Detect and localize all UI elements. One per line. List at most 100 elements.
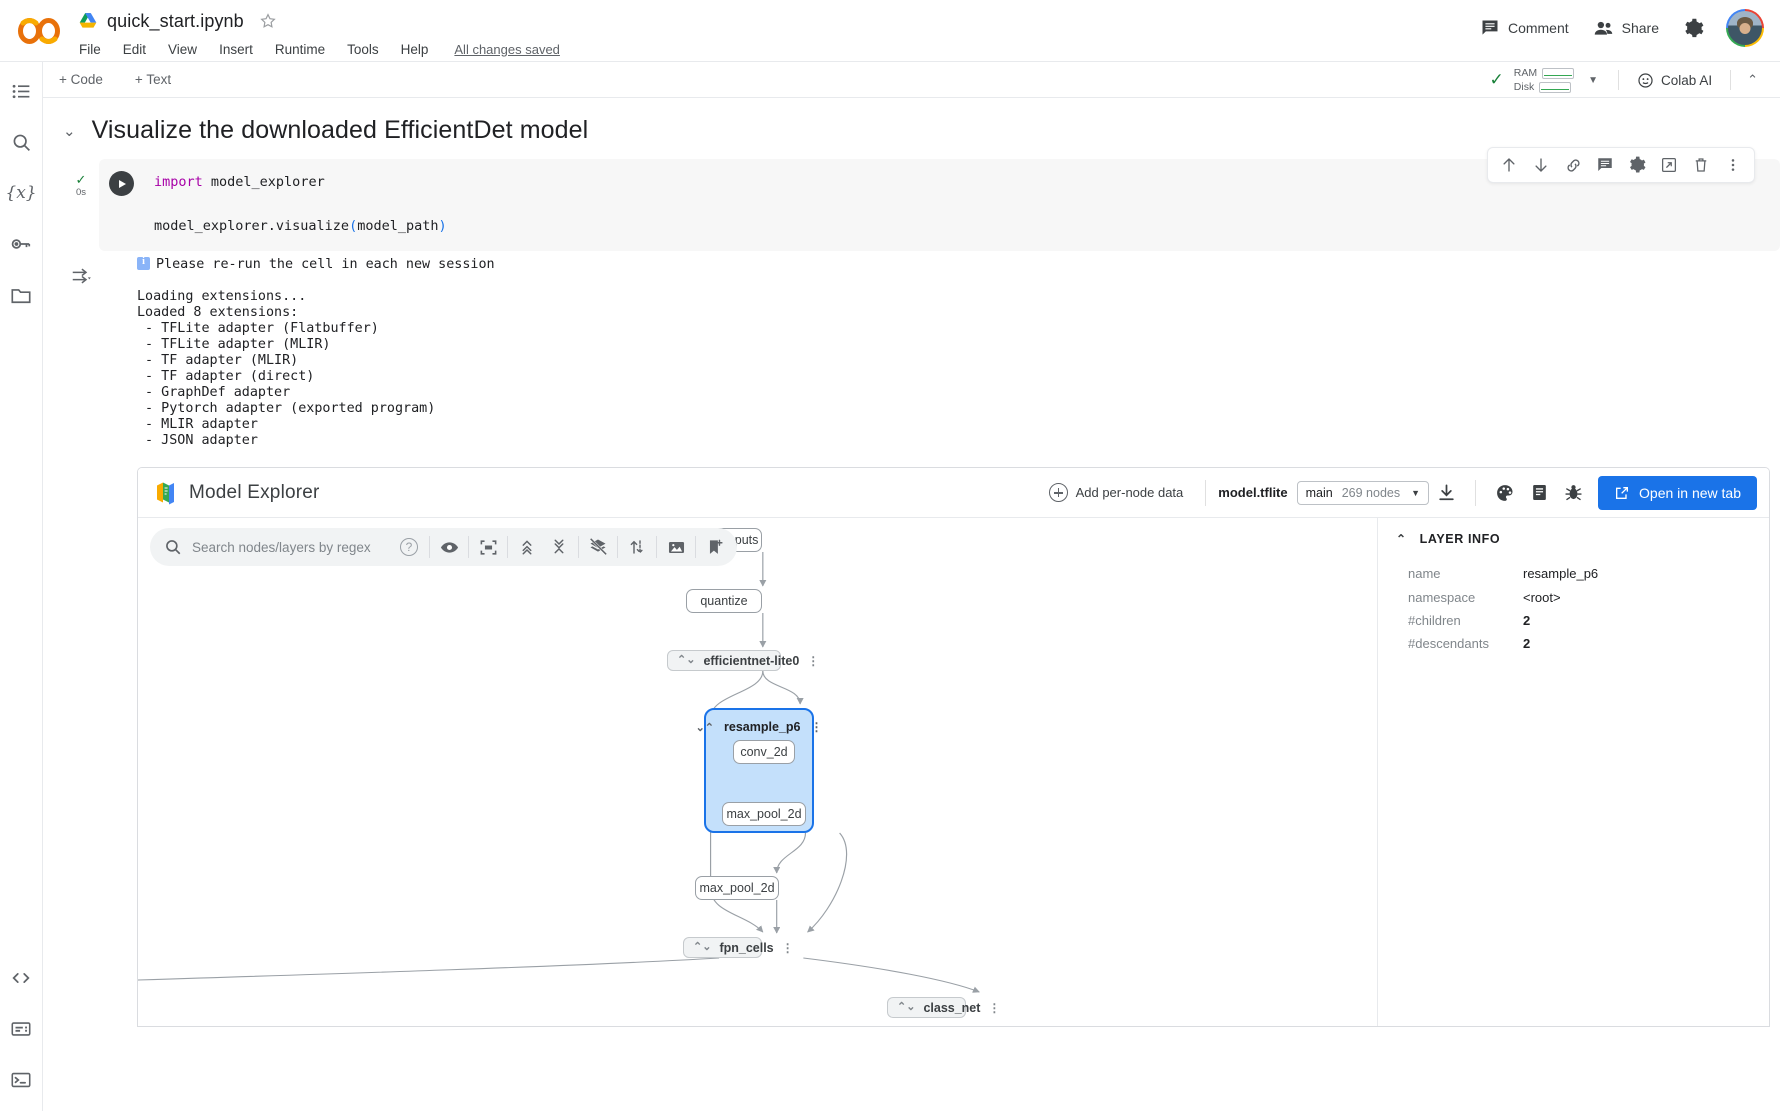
add-per-node-data-button[interactable]: Add per-node data: [1039, 478, 1194, 507]
add-code-cell-button[interactable]: + Code: [52, 69, 110, 90]
expand-collapse-icon[interactable]: ⌃⌄: [693, 942, 711, 953]
graph-node[interactable]: quantize: [686, 589, 762, 614]
plus-circle-icon: [1048, 483, 1068, 503]
graph-pane[interactable]: ?: [138, 518, 1377, 1027]
download-png-icon[interactable]: [660, 531, 692, 563]
share-people-icon: [1594, 21, 1612, 35]
help-icon[interactable]: ?: [400, 538, 418, 557]
menu-insert[interactable]: Insert: [219, 42, 253, 57]
more-options-icon[interactable]: ⋮: [810, 720, 822, 734]
colab-ai-label: Colab AI: [1661, 72, 1713, 88]
chevron-down-icon[interactable]: ⌄: [63, 122, 76, 140]
search-icon[interactable]: [6, 127, 36, 157]
collapse-all-layers-icon[interactable]: [543, 531, 575, 563]
mirror-cell-icon[interactable]: [1654, 151, 1684, 179]
save-status[interactable]: All changes saved: [454, 42, 560, 57]
model-explorer-header: Model Explorer Add per-node data model.t…: [138, 468, 1769, 519]
run-cell-button[interactable]: [109, 171, 134, 196]
notebook-title[interactable]: quick_start.ipynb: [107, 11, 244, 32]
colab-ai-button[interactable]: Colab AI: [1627, 68, 1722, 93]
delete-cell-icon[interactable]: [1686, 151, 1716, 179]
selected-layer-label: resample_p6: [724, 720, 801, 735]
model-explorer-title: Model Explorer: [189, 481, 320, 503]
graph-node[interactable]: conv_2d: [733, 740, 795, 765]
model-explorer-header-actions: Add per-node data model.tflite main 269 …: [1039, 475, 1757, 510]
menu-help[interactable]: Help: [401, 42, 429, 57]
graph-layer-node[interactable]: ⌃⌄ class_net ⋮: [887, 997, 1000, 1019]
output-line: - Pytorch adapter (exported program): [137, 401, 436, 417]
comment-label: Comment: [1507, 20, 1569, 36]
disk-meter-row: Disk: [1514, 81, 1574, 93]
output-line: - TF adapter (direct): [137, 369, 315, 385]
more-options-icon[interactable]: [1718, 151, 1748, 179]
comment-icon: [1482, 20, 1498, 35]
menu-file[interactable]: File: [79, 42, 101, 57]
selected-layer-title: ⌄⌃ resample_p6 ⋮: [696, 720, 823, 735]
layer-info-row: name resample_p6: [1408, 562, 1769, 585]
output-line: - TFLite adapter (MLIR): [137, 336, 331, 352]
collapse-toolbar-icon[interactable]: ⌃: [1739, 68, 1766, 92]
cell-gutter: ✓ 0s: [63, 159, 99, 198]
graph-node[interactable]: max_pool_2d: [695, 876, 779, 901]
graph-node[interactable]: max_pool_2d: [722, 802, 806, 827]
code-snippets-icon[interactable]: [6, 963, 36, 993]
model-file-name: model.tflite: [1218, 485, 1288, 501]
layer-info-heading: LAYER INFO: [1419, 532, 1501, 547]
settings-button[interactable]: [1671, 11, 1716, 46]
layer-info-value: 2: [1523, 635, 1531, 651]
terminal-icon[interactable]: [6, 1065, 36, 1095]
link-to-cell-icon[interactable]: [1558, 151, 1588, 179]
output-notice-line: Please re-run the cell in each new sessi…: [99, 256, 1780, 273]
divider: [1205, 479, 1207, 506]
files-folder-icon[interactable]: [6, 280, 36, 310]
bookmark-add-icon[interactable]: [699, 531, 731, 563]
divider: [1475, 479, 1477, 506]
runtime-dropdown-icon[interactable]: ▼: [1588, 75, 1598, 86]
ram-meter-row: RAM: [1514, 67, 1575, 79]
move-cell-up-icon[interactable]: [1494, 151, 1524, 179]
move-cell-down-icon[interactable]: [1526, 151, 1556, 179]
star-icon[interactable]: [259, 12, 277, 30]
command-palette-icon[interactable]: [6, 1014, 36, 1044]
variables-icon[interactable]: {x}: [5, 178, 36, 208]
node-data-panel-icon[interactable]: [1522, 477, 1556, 509]
code-arg: model_path: [357, 217, 439, 234]
chevron-up-icon[interactable]: ⌃: [1396, 532, 1407, 546]
expand-collapse-icon[interactable]: ⌃⌄: [897, 1002, 915, 1013]
color-palette-icon[interactable]: [1488, 477, 1522, 509]
cell-settings-icon[interactable]: [1622, 151, 1652, 179]
search-input[interactable]: [192, 539, 392, 555]
more-options-icon[interactable]: ⋮: [807, 655, 819, 667]
flatten-layers-icon[interactable]: [621, 531, 653, 563]
download-icon[interactable]: [1429, 477, 1463, 509]
menu-view[interactable]: View: [168, 42, 197, 57]
collapse-icon[interactable]: ⌄⌃: [696, 721, 714, 734]
menu-runtime[interactable]: Runtime: [275, 42, 325, 57]
graph-node-count: 269 nodes: [1341, 485, 1401, 500]
comment-button[interactable]: Comment: [1468, 11, 1581, 45]
more-options-icon[interactable]: ⋮: [782, 942, 794, 954]
expand-all-layers-icon[interactable]: [511, 531, 543, 563]
more-options-icon[interactable]: ⋮: [988, 1002, 1000, 1014]
avatar[interactable]: [1726, 9, 1764, 47]
colab-logo-icon[interactable]: [0, 0, 78, 62]
add-text-cell-button[interactable]: + Text: [128, 69, 178, 90]
add-comment-icon[interactable]: [1590, 151, 1620, 179]
table-of-contents-icon[interactable]: [6, 76, 36, 106]
open-in-new-tab-button[interactable]: Open in new tab: [1598, 475, 1757, 510]
visibility-eye-icon[interactable]: [433, 531, 465, 563]
debug-bug-icon[interactable]: [1556, 477, 1590, 509]
graph-layer-node[interactable]: ⌃⌄ efficientnet-lite0 ⋮: [667, 650, 819, 672]
menu-edit[interactable]: Edit: [123, 42, 146, 57]
output-gutter-icon: [63, 257, 99, 287]
fit-to-screen-icon[interactable]: [472, 531, 504, 563]
hide-edge-overlays-icon[interactable]: [582, 531, 614, 563]
expand-collapse-icon[interactable]: ⌃⌄: [677, 655, 695, 666]
graph-node-label: max_pool_2d: [699, 881, 775, 896]
graph-layer-node[interactable]: ⌃⌄ fpn_cells ⋮: [683, 937, 794, 959]
secrets-key-icon[interactable]: [6, 229, 36, 259]
menu-tools[interactable]: Tools: [347, 42, 379, 57]
share-button[interactable]: Share: [1581, 11, 1671, 46]
resource-meters[interactable]: RAM Disk: [1514, 67, 1575, 93]
graph-selector-dropdown[interactable]: main 269 nodes ▼: [1296, 480, 1430, 505]
